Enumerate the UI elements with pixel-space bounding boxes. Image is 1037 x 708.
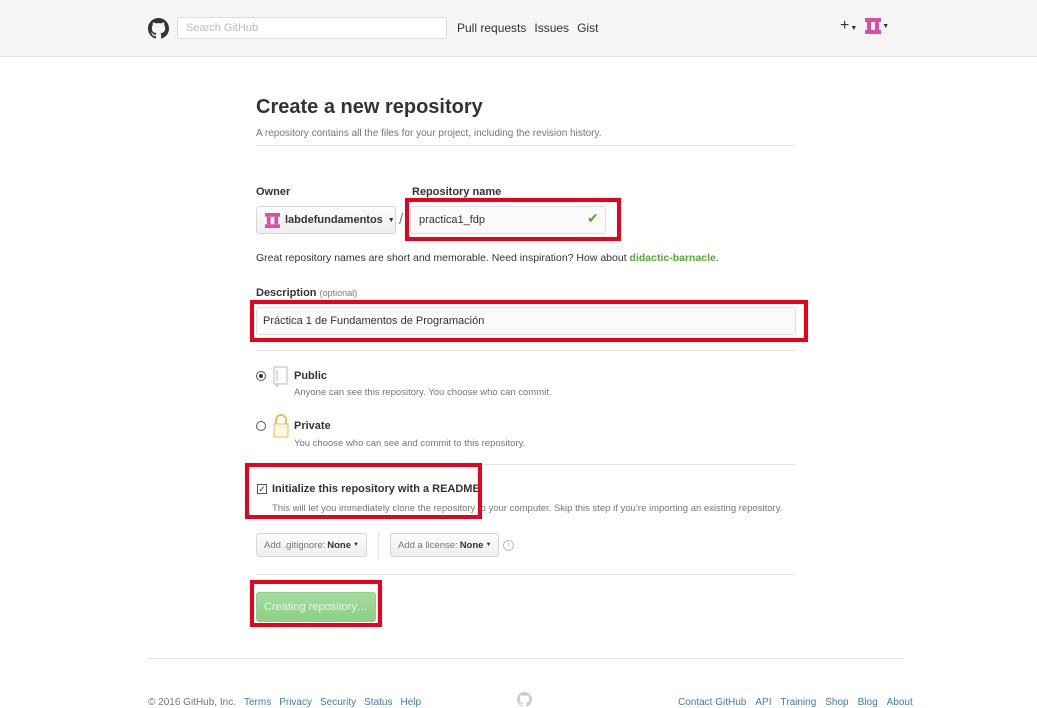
page-title: Create a new repository — [256, 96, 483, 118]
public-description: Anyone can see this repository. You choo… — [294, 387, 552, 398]
nav-gist[interactable]: Gist — [577, 21, 598, 35]
footer-link-about[interactable]: About — [887, 697, 913, 708]
create-repository-button[interactable]: Creating repository… — [256, 592, 376, 622]
divider — [256, 145, 796, 146]
owner-value: labdefundamentos — [285, 214, 383, 226]
plus-icon: + — [840, 17, 850, 34]
create-new-menu[interactable]: +▼ — [840, 17, 857, 35]
footer-copyright: © 2016 GitHub, Inc. — [148, 697, 236, 708]
lock-icon — [273, 414, 289, 438]
divider — [256, 574, 796, 575]
footer-link-terms[interactable]: Terms — [244, 697, 271, 708]
github-footer-logo-icon[interactable] — [517, 692, 532, 707]
gitignore-value: None — [327, 539, 352, 551]
public-radio[interactable] — [256, 371, 266, 381]
hint-suggestion-link[interactable]: didactic-barnacle — [630, 252, 716, 264]
footer-divider — [148, 658, 904, 659]
owner-avatar — [265, 212, 280, 228]
readme-checkbox[interactable]: ✓ — [257, 484, 267, 494]
footer-right: Contact GitHub API Training Shop Blog Ab… — [678, 697, 913, 708]
header-nav: Pull requests Issues Gist — [457, 21, 598, 35]
chevron-down-icon: ▼ — [387, 216, 395, 224]
footer-left: © 2016 GitHub, Inc. Terms Privacy Securi… — [148, 697, 421, 708]
header-actions: +▼ ▼ — [840, 17, 889, 35]
license-select[interactable]: Add a license: None ▼ — [390, 533, 500, 557]
description-value: Práctica 1 de Fundamentos de Programació… — [263, 315, 485, 327]
info-icon[interactable]: i — [503, 540, 514, 551]
private-title: Private — [294, 420, 331, 432]
footer-link-shop[interactable]: Shop — [825, 697, 848, 708]
nav-issues[interactable]: Issues — [534, 21, 569, 35]
description-label: Description (optional) — [256, 287, 357, 299]
footer-link-contact[interactable]: Contact GitHub — [678, 697, 746, 708]
footer-link-status[interactable]: Status — [364, 697, 392, 708]
page-subtitle: A repository contains all the files for … — [256, 128, 602, 139]
public-title: Public — [294, 370, 328, 382]
gitignore-prefix: Add .gitignore: — [264, 539, 326, 551]
description-label-text: Description — [256, 287, 317, 299]
gitignore-select[interactable]: Add .gitignore: None ▼ — [256, 533, 367, 557]
user-menu[interactable]: ▼ — [865, 18, 889, 34]
repo-name-input[interactable]: practica1_fdp — [410, 206, 606, 234]
footer-link-security[interactable]: Security — [320, 697, 356, 708]
divider — [378, 532, 379, 560]
chevron-down-icon: ▼ — [850, 25, 858, 32]
avatar — [865, 18, 882, 34]
readme-title: Initialize this repository with a README — [272, 483, 480, 495]
hint-end: . — [715, 252, 719, 264]
github-octocat-icon[interactable] — [148, 18, 169, 39]
footer-link-api[interactable]: API — [755, 697, 771, 708]
chevron-down-icon: ▼ — [485, 542, 492, 548]
footer-link-privacy[interactable]: Privacy — [279, 697, 312, 708]
repo-name-hint: Great repository names are short and mem… — [256, 252, 719, 264]
license-prefix: Add a license: — [398, 539, 458, 551]
chevron-down-icon: ▼ — [882, 22, 890, 30]
repo-name-label: Repository name — [412, 186, 502, 198]
readme-description: This will let you immediately clone the … — [272, 503, 783, 514]
chevron-down-icon: ▼ — [353, 542, 359, 548]
repo-name-value: practica1_fdp — [419, 214, 486, 226]
divider — [256, 464, 796, 465]
owner-repo-separator: / — [399, 211, 404, 228]
divider — [256, 350, 796, 351]
description-optional: (optional) — [319, 288, 358, 298]
hint-text: Great repository names are short and mem… — [256, 252, 630, 264]
license-value: None — [459, 539, 484, 551]
description-input[interactable]: Práctica 1 de Fundamentos de Programació… — [256, 307, 796, 335]
footer-link-help[interactable]: Help — [400, 697, 421, 708]
owner-label: Owner — [256, 186, 291, 198]
private-radio[interactable] — [256, 421, 266, 431]
footer-link-training[interactable]: Training — [781, 697, 817, 708]
owner-select[interactable]: labdefundamentos ▼ — [256, 206, 396, 234]
nav-pull-requests[interactable]: Pull requests — [457, 21, 526, 35]
private-description: You choose who can see and commit to thi… — [294, 438, 526, 449]
check-icon: ✔ — [587, 210, 599, 226]
repo-book-icon — [273, 366, 288, 387]
footer-link-blog[interactable]: Blog — [858, 697, 878, 708]
search-input[interactable] — [177, 17, 447, 39]
header-bar: Pull requests Issues Gist +▼ ▼ — [0, 0, 1037, 57]
